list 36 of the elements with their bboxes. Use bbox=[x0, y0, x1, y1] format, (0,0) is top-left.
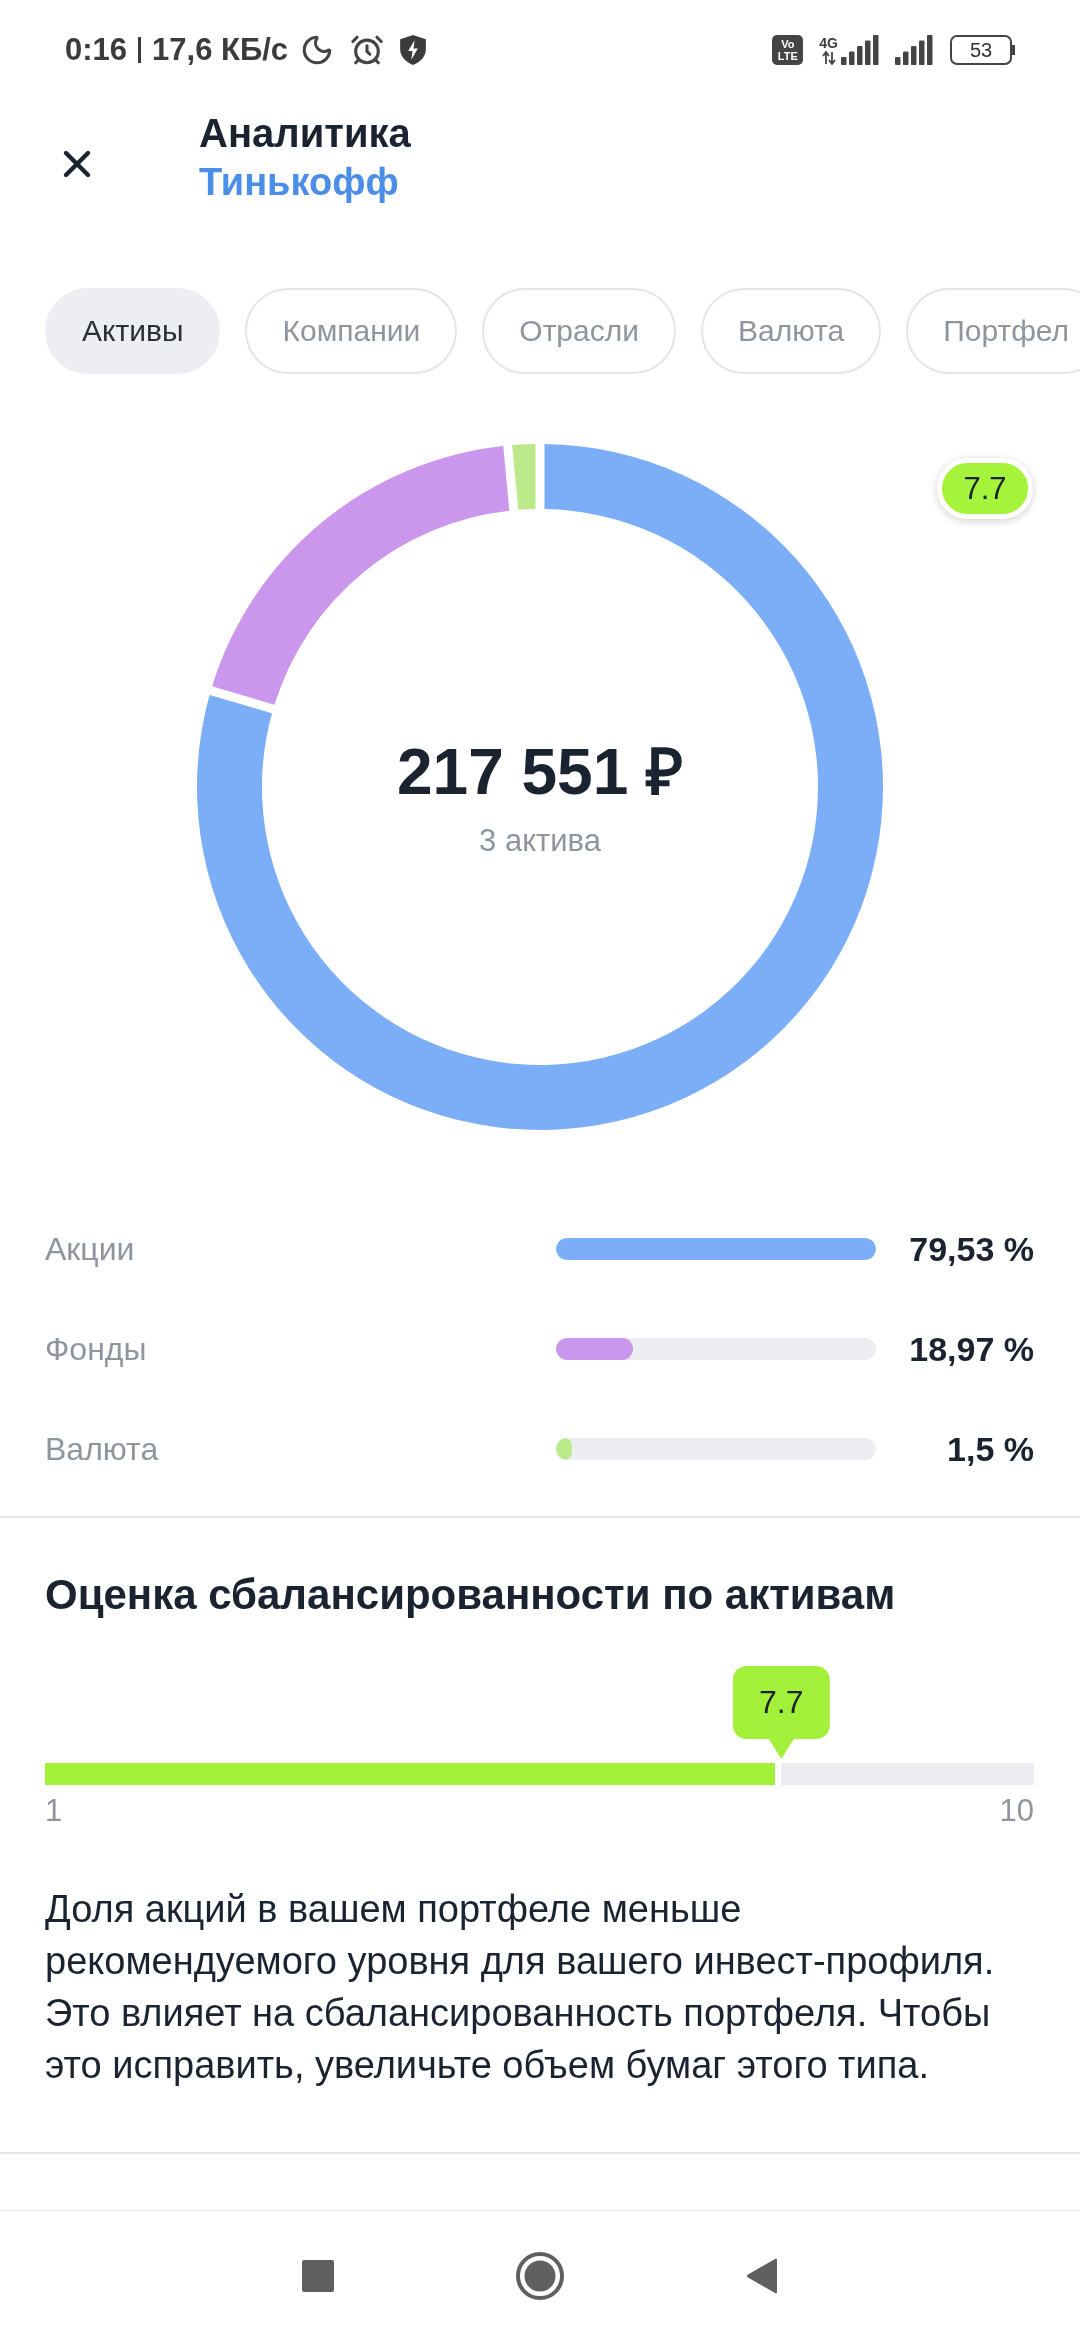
data-arrows-icon bbox=[821, 51, 836, 65]
score-tooltip: 7.7 bbox=[732, 1666, 830, 1759]
asset-count: 3 актива bbox=[479, 822, 601, 860]
broker-name: Тинькофф bbox=[199, 160, 400, 205]
asset-percent: 18,97 % bbox=[909, 1329, 1034, 1369]
recents-button[interactable] bbox=[302, 2259, 334, 2292]
asset-name: Фонды bbox=[45, 1330, 148, 1368]
filter-tab[interactable]: Активы bbox=[45, 288, 221, 374]
home-button[interactable] bbox=[516, 2251, 564, 2300]
alarm-clock-icon bbox=[350, 33, 385, 67]
balance-advice: Доля акций в вашем портфеле меньше рекомендуемого уровня для вашего инвест-профиля. Это влияет на сбалансированность портфеля. Чтобы это исправить, увеличьте объем бумаг этого типа. bbox=[45, 1887, 996, 2088]
circle-icon bbox=[516, 2251, 564, 2300]
signal-icon bbox=[894, 35, 934, 65]
signal-icon bbox=[840, 35, 880, 65]
filter-tab[interactable]: Портфел bbox=[906, 288, 1080, 374]
status-time: 0:16 bbox=[65, 32, 128, 68]
page-title: Аналитика bbox=[199, 110, 411, 157]
filter-tab[interactable]: Компании bbox=[245, 288, 458, 374]
shield-bolt-icon bbox=[400, 35, 427, 65]
filter-tab[interactable]: Валюта bbox=[701, 288, 882, 374]
portfolio-total: 217 551 ₽ bbox=[396, 735, 684, 809]
section-title: Оценка сбалансированности по активам bbox=[45, 1570, 897, 1620]
scale-max: 10 bbox=[999, 1794, 1034, 1828]
network-speed: 17,6 КБ/с bbox=[152, 32, 289, 68]
volte-badge: Vo LTE bbox=[772, 35, 804, 65]
scale-min: 1 bbox=[45, 1794, 63, 1828]
network-type: 4G bbox=[819, 36, 838, 50]
asset-percent: 79,53 % bbox=[909, 1229, 1034, 1269]
square-icon bbox=[302, 2259, 334, 2292]
back-icon bbox=[746, 2257, 778, 2294]
back-button[interactable] bbox=[746, 2257, 778, 2294]
asset-name: Акции bbox=[45, 1230, 136, 1268]
battery-indicator: 53 bbox=[950, 35, 1012, 65]
filter-tab[interactable]: Отрасли bbox=[482, 288, 676, 374]
asset-name: Валюта bbox=[45, 1430, 160, 1468]
asset-percent: 1,5 % bbox=[947, 1429, 1034, 1469]
